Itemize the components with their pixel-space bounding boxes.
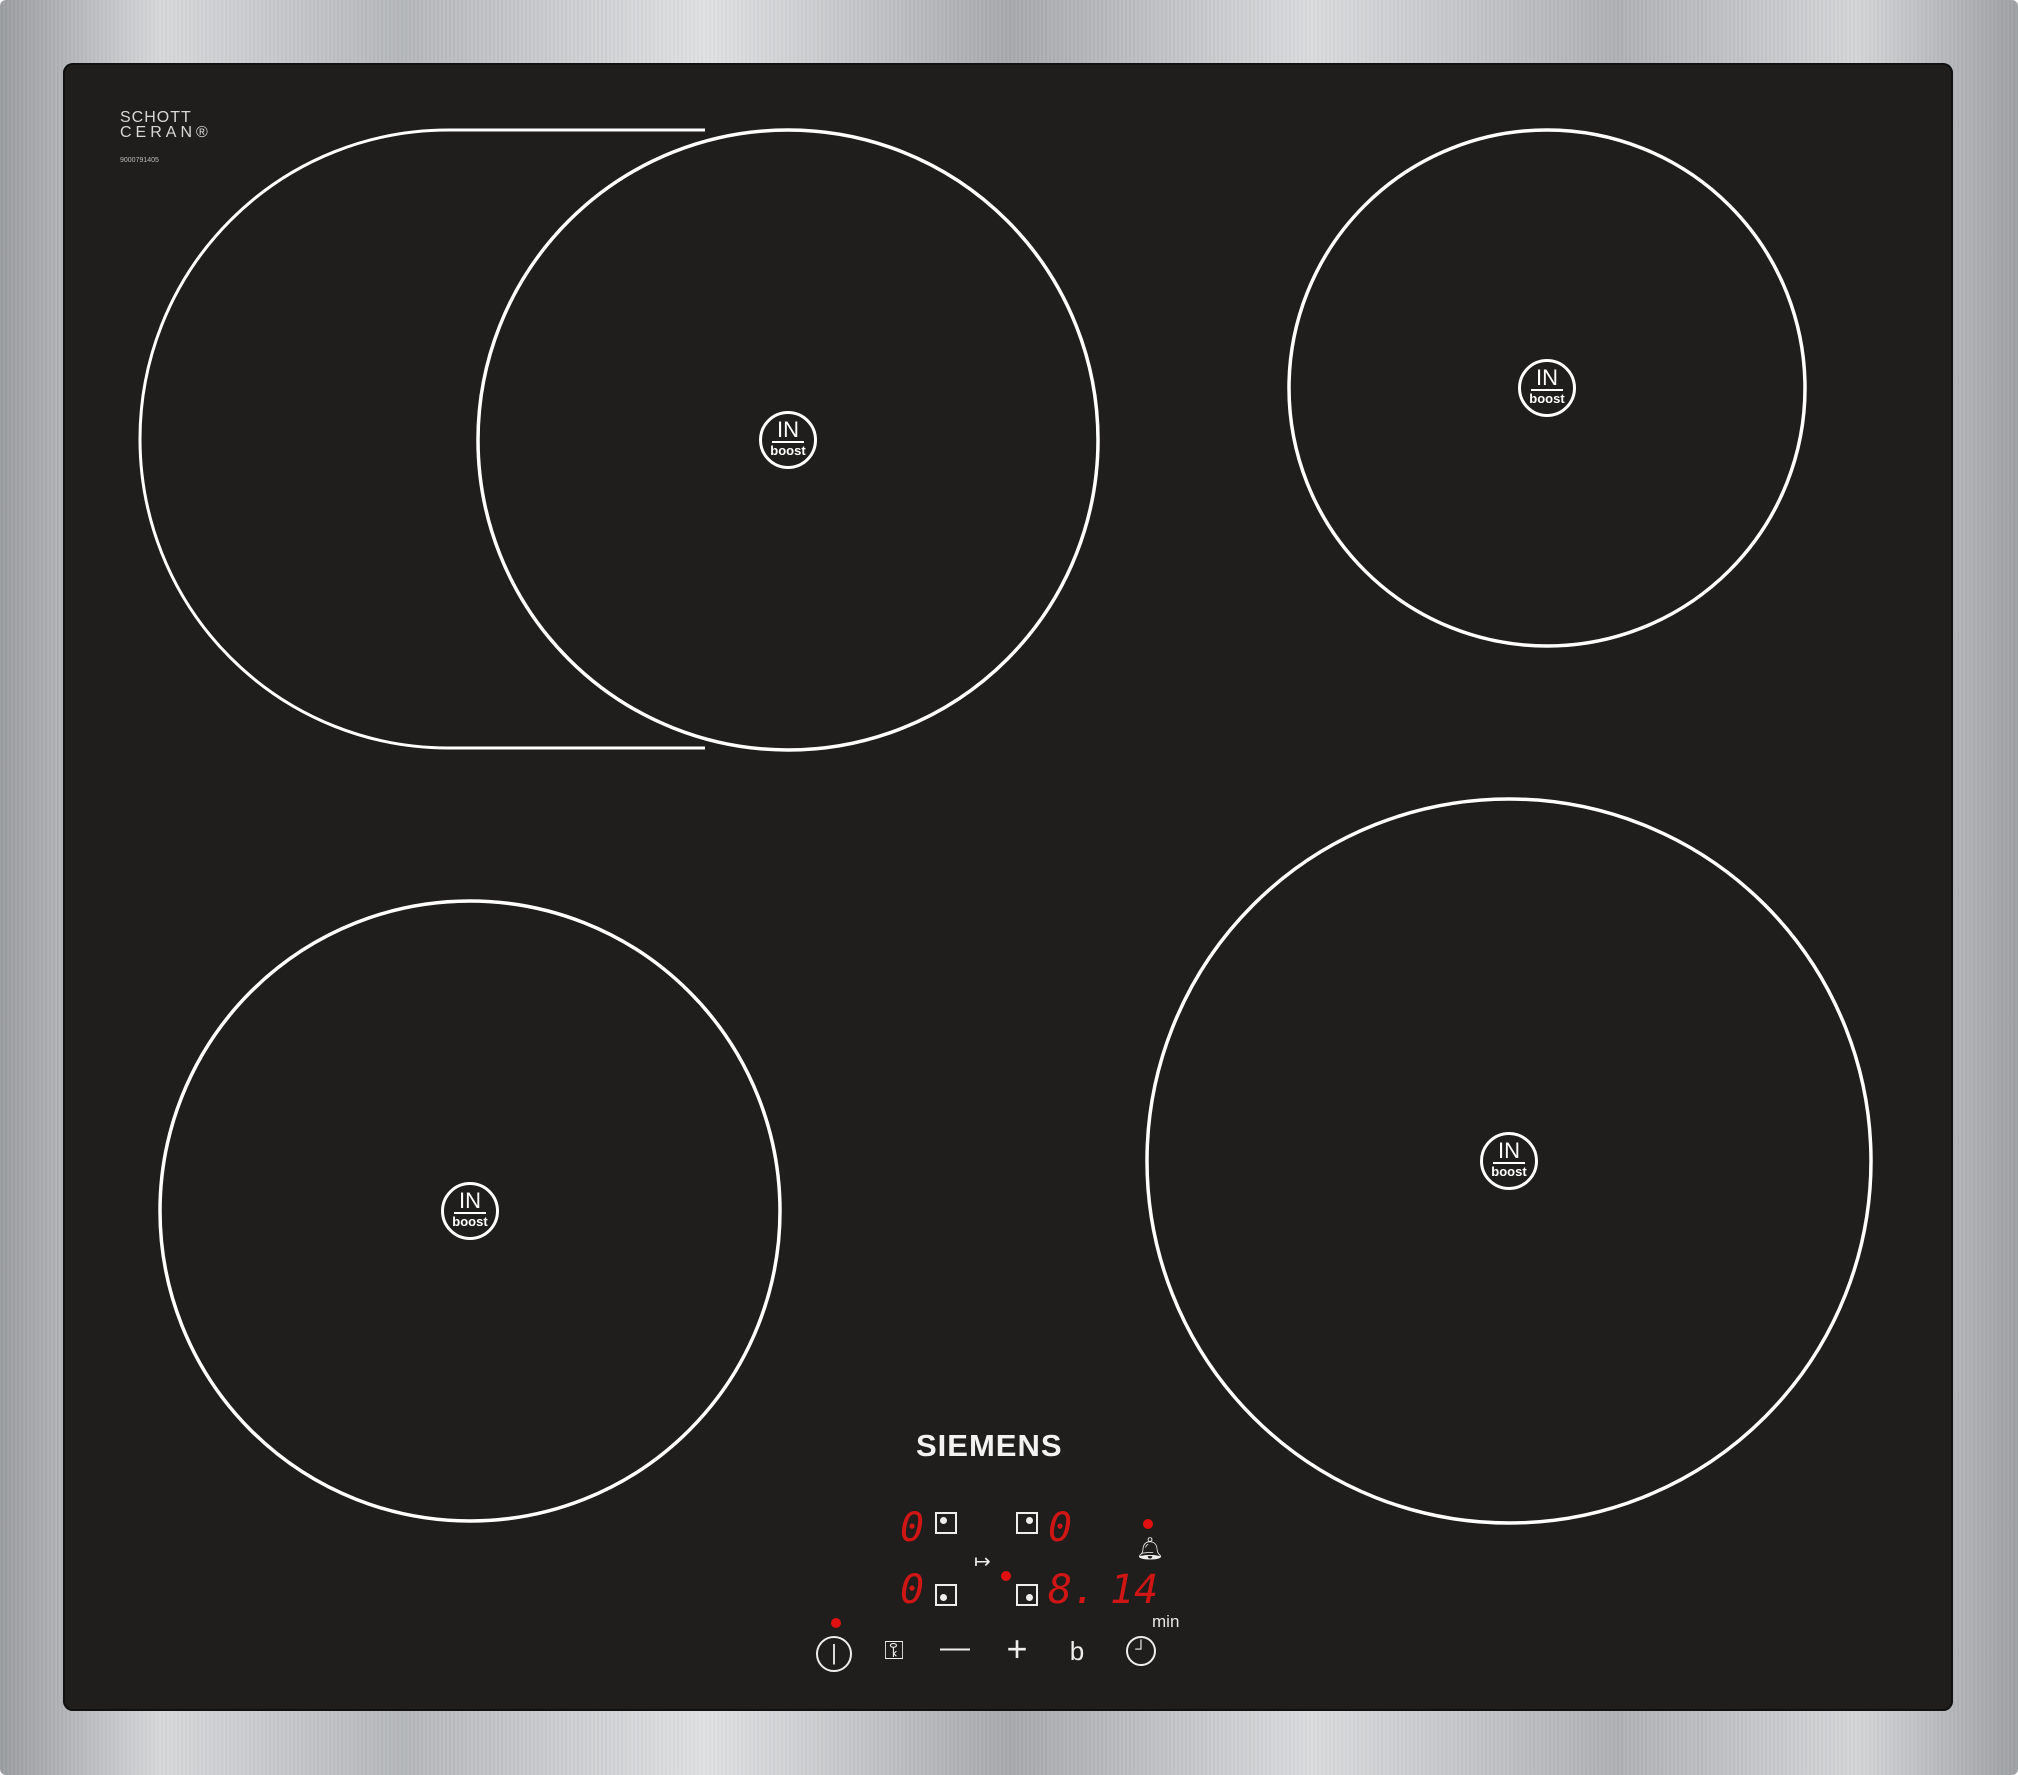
power-led [831,1618,841,1628]
induction-boost-badge: IN boost [759,411,817,469]
extension-zone-outline [138,128,705,750]
induction-boost-badge: IN boost [441,1182,499,1240]
timer-button[interactable]: ┘ [1126,1636,1156,1666]
power-button[interactable]: | [816,1636,852,1672]
serial-number: 9000791405 [120,157,159,164]
induction-boost-badge: IN boost [1480,1132,1538,1190]
zone-display-rear-left: 0 [900,1505,925,1551]
timer-unit: min [1152,1612,1180,1631]
timer-display: 14 [1110,1567,1159,1613]
brand-logo: SIEMENS [916,1428,1063,1463]
zone-rear-left-icon [935,1512,957,1534]
zone-front-right-icon [1016,1584,1038,1606]
schott-ceran-logo: SCHOTT CERAN® [120,109,212,141]
timer-led [1143,1519,1153,1529]
zone-front-left-icon [935,1584,957,1606]
timer-zone-select-icon[interactable]: ↦ [974,1547,991,1577]
minus-button[interactable]: — [940,1633,970,1663]
boost-button[interactable]: b [1067,1636,1087,1666]
zone-display-rear-right: 0 [1048,1505,1073,1551]
induction-boost-badge: IN boost [1518,359,1576,417]
key-lock-button[interactable]: ⚿ [874,1635,914,1665]
cooking-zones [138,128,1873,1525]
plus-button[interactable]: + [1002,1631,1032,1667]
zone-display-front-left: 0 [900,1567,925,1613]
bell-icon: 🔔︎ [1136,1536,1164,1561]
zone-rear-right-icon [1016,1512,1038,1534]
zone-indicator-led [1001,1571,1011,1581]
zone-display-front-right: 8. [1048,1567,1097,1613]
